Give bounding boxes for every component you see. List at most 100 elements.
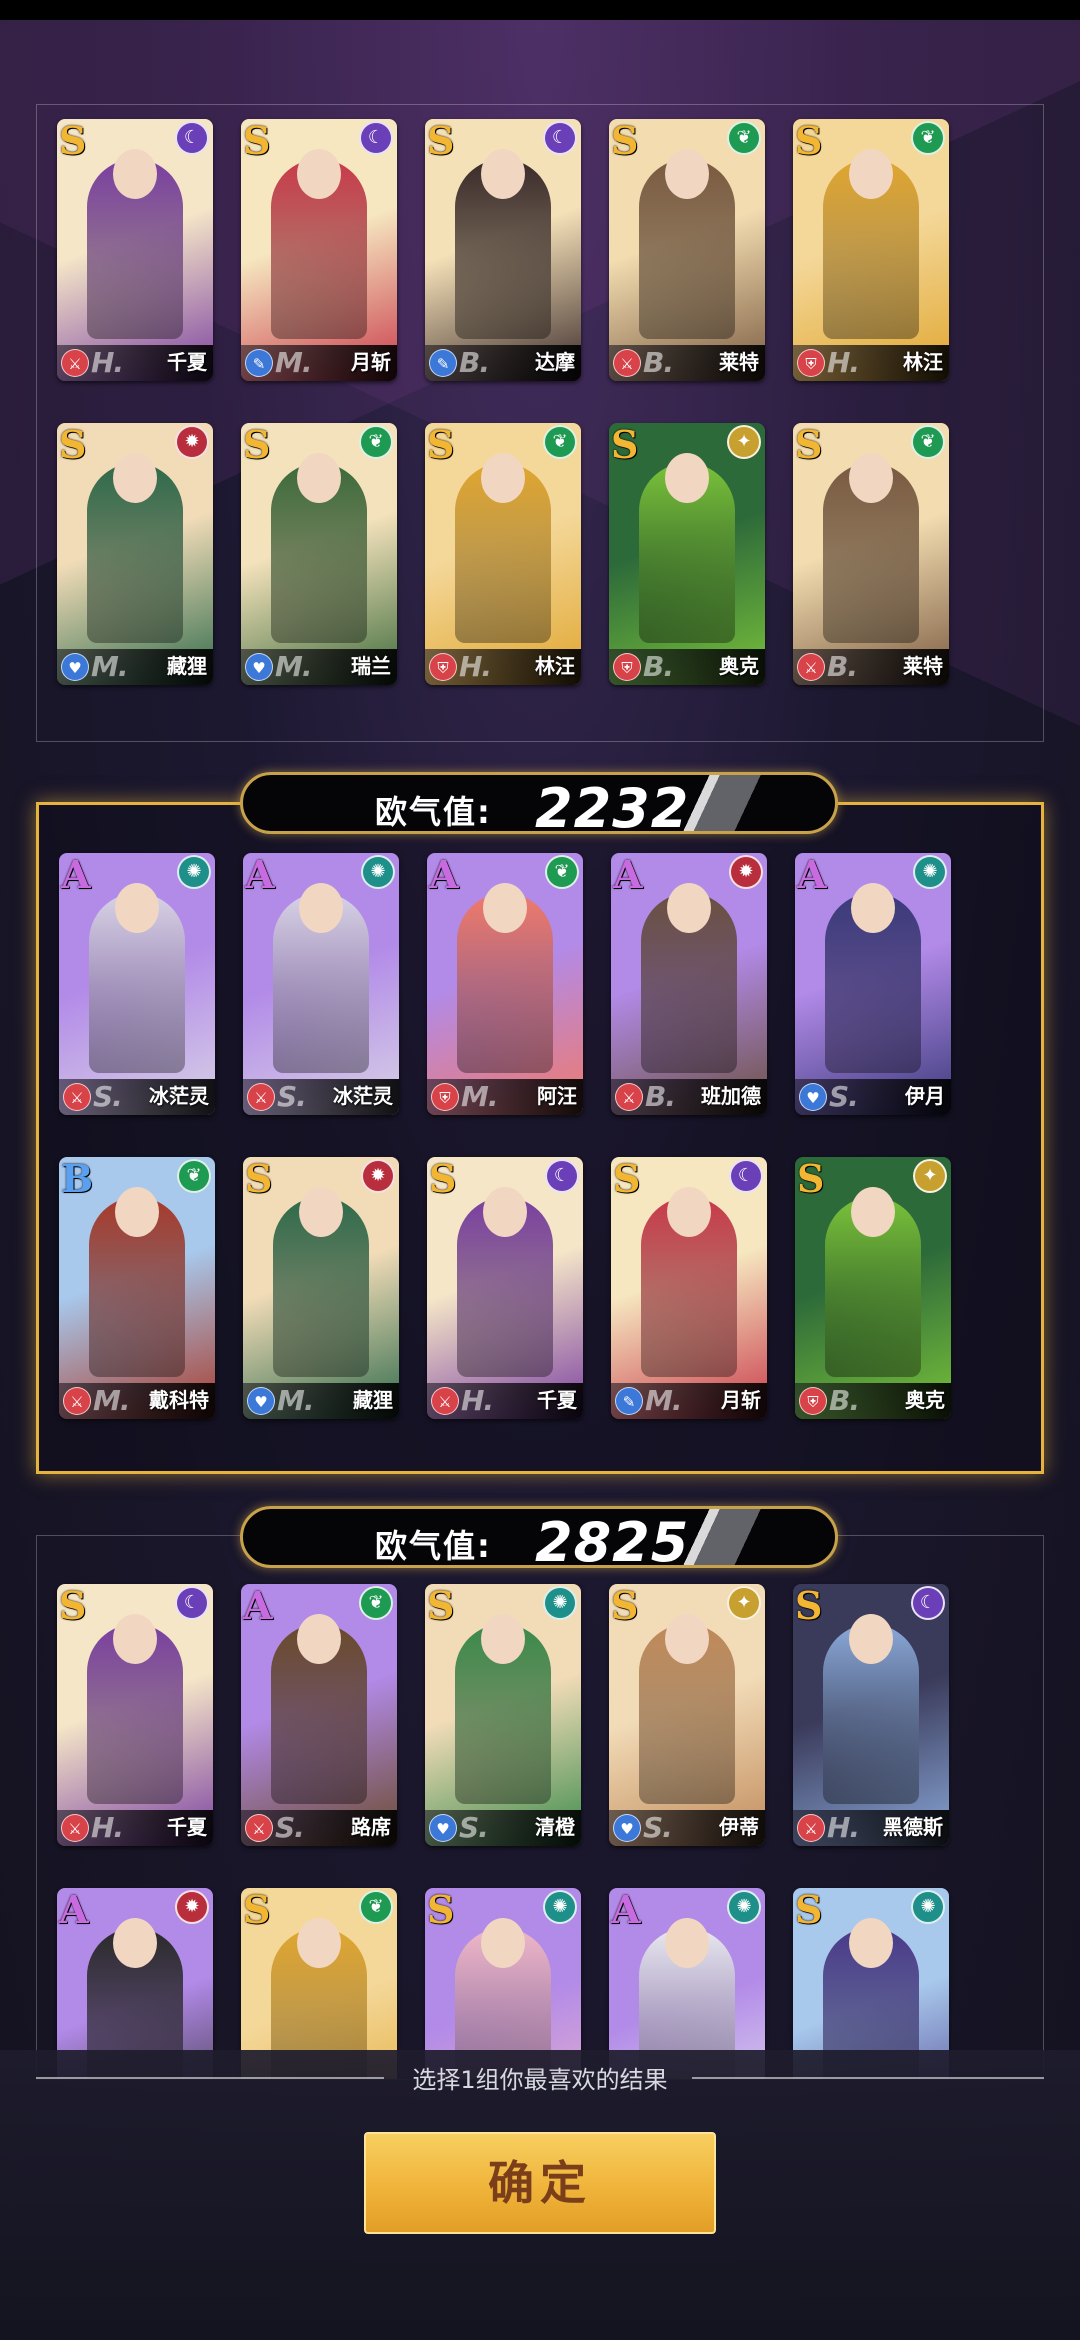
slash-decoration bbox=[673, 1509, 793, 1565]
hero-card: S ☾ ⚔ H. 千夏 bbox=[427, 1157, 583, 1419]
slash-decoration bbox=[673, 775, 793, 831]
hero-card: A ✺ ♥ S. 伊月 bbox=[795, 853, 951, 1115]
rarity-badge: S bbox=[613, 1157, 641, 1201]
hero-card: S ✦ ⛨ B. 奥克 bbox=[609, 423, 765, 685]
wind-element-icon: ✺ bbox=[911, 1890, 945, 1924]
result-group-2[interactable]: A ✺ ⚔ S. 冰茫灵 A ✺ ⚔ S. 冰茫灵 A ❦ ⛨ M. 阿汪 A ✹ ⚔ B. 班加德 A ✺ ♥ S. 伊月 B ❦… bbox=[36, 802, 1044, 1474]
class-letter: M. bbox=[275, 346, 312, 379]
sup-role-icon: ♥ bbox=[613, 1814, 641, 1842]
fire-element-icon: ✹ bbox=[361, 1159, 395, 1193]
class-letter: S. bbox=[275, 1811, 305, 1844]
rarity-badge: A bbox=[59, 1888, 89, 1932]
class-letter: B. bbox=[459, 346, 490, 379]
wind-element-icon: ✺ bbox=[913, 855, 947, 889]
rarity-badge: S bbox=[427, 1584, 455, 1628]
atk-role-icon: ⚔ bbox=[797, 653, 825, 681]
hero-name: 林汪 bbox=[535, 654, 575, 678]
rarity-badge: S bbox=[795, 1888, 823, 1932]
class-letter: S. bbox=[93, 1080, 123, 1113]
sup-role-icon: ♥ bbox=[245, 653, 273, 681]
hero-name: 林汪 bbox=[903, 350, 943, 374]
tank-role-icon: ⛨ bbox=[799, 1387, 827, 1415]
hero-card: B ❦ ⚔ M. 戴科特 bbox=[59, 1157, 215, 1419]
result-group-1[interactable]: S ☾ ⚔ H. 千夏 S ☾ ✎ M. 月斩 S ☾ ✎ B. 达摩 S ❦ ⚔ B. 莱特 S ❦ ⛨ H. 林汪 S ✹ ♥ M.… bbox=[36, 104, 1044, 742]
tank-role-icon: ⛨ bbox=[431, 1083, 459, 1111]
hero-name: 清橙 bbox=[535, 1815, 575, 1839]
hero-card: S ☾ ✎ M. 月斩 bbox=[611, 1157, 767, 1419]
hero-name: 伊月 bbox=[905, 1084, 945, 1108]
class-letter: H. bbox=[91, 346, 124, 379]
hero-name: 瑞兰 bbox=[351, 654, 391, 678]
hero-card: S ☾ ⚔ H. 黑德斯 bbox=[793, 1584, 949, 1846]
moon-element-icon: ☾ bbox=[545, 1159, 579, 1193]
rarity-badge: S bbox=[59, 119, 87, 163]
rarity-badge: S bbox=[795, 423, 823, 467]
hero-name: 月斩 bbox=[351, 350, 391, 374]
leaf-element-icon: ❦ bbox=[359, 1890, 393, 1924]
rarity-badge: S bbox=[243, 1888, 271, 1932]
moon-element-icon: ☾ bbox=[543, 121, 577, 155]
hero-name: 路席 bbox=[351, 1815, 391, 1839]
leaf-element-icon: ❦ bbox=[545, 855, 579, 889]
sup-role-icon: ♥ bbox=[247, 1387, 275, 1415]
rarity-badge: S bbox=[611, 119, 639, 163]
class-letter: S. bbox=[829, 1080, 859, 1113]
confirm-button[interactable]: 确定 bbox=[364, 2132, 716, 2234]
class-letter: H. bbox=[827, 346, 860, 379]
hero-card: S ☾ ✎ B. 达摩 bbox=[425, 119, 581, 381]
star-element-icon: ✦ bbox=[727, 1586, 761, 1620]
atk-role-icon: ⚔ bbox=[245, 1814, 273, 1842]
class-letter: M. bbox=[275, 650, 312, 683]
fire-element-icon: ✹ bbox=[175, 425, 209, 459]
rarity-badge: S bbox=[59, 423, 87, 467]
rarity-badge: S bbox=[611, 1584, 639, 1628]
hero-card: S ❦ ⛨ H. 林汪 bbox=[793, 119, 949, 381]
hero-card: A ❦ ⚔ S. 路席 bbox=[241, 1584, 397, 1846]
rarity-badge: S bbox=[795, 1584, 823, 1628]
rarity-badge: S bbox=[427, 1888, 455, 1932]
hero-name: 奥克 bbox=[719, 654, 759, 678]
moon-element-icon: ☾ bbox=[175, 121, 209, 155]
rarity-badge: A bbox=[245, 853, 275, 897]
atk-role-icon: ⚔ bbox=[247, 1083, 275, 1111]
luck-label: 欧气值: bbox=[375, 793, 492, 831]
star-element-icon: ✦ bbox=[913, 1159, 947, 1193]
hero-card: S ✹ ♥ M. 藏狸 bbox=[243, 1157, 399, 1419]
class-letter: H. bbox=[461, 1384, 494, 1417]
atk-role-icon: ⚔ bbox=[431, 1387, 459, 1415]
hero-card: S ❦ ⚔ B. 莱特 bbox=[609, 119, 765, 381]
class-letter: S. bbox=[277, 1080, 307, 1113]
rarity-badge: S bbox=[427, 119, 455, 163]
atk-role-icon: ⚔ bbox=[797, 1814, 825, 1842]
hero-name: 伊蒂 bbox=[719, 1815, 759, 1839]
tank-role-icon: ⛨ bbox=[613, 653, 641, 681]
rarity-badge: S bbox=[243, 423, 271, 467]
class-letter: S. bbox=[643, 1811, 673, 1844]
sup-role-icon: ♥ bbox=[61, 653, 89, 681]
hero-name: 冰茫灵 bbox=[333, 1084, 393, 1108]
star-element-icon: ✦ bbox=[727, 425, 761, 459]
mag-role-icon: ✎ bbox=[245, 349, 273, 377]
luck-value: 2825 bbox=[535, 1511, 690, 1574]
hero-name: 奥克 bbox=[905, 1388, 945, 1412]
atk-role-icon: ⚔ bbox=[613, 349, 641, 377]
atk-role-icon: ⚔ bbox=[61, 1814, 89, 1842]
atk-role-icon: ⚔ bbox=[615, 1083, 643, 1111]
hero-name: 达摩 bbox=[535, 350, 575, 374]
class-letter: S. bbox=[459, 1811, 489, 1844]
hero-name: 黑德斯 bbox=[883, 1815, 943, 1839]
result-group-3[interactable]: S☾⚔H.千夏A❦⚔S.路席S✺♥S.清橙S✦♥S.伊蒂S☾⚔H.黑德斯A✹⚔S… bbox=[36, 1535, 1044, 2080]
rarity-badge: S bbox=[611, 423, 639, 467]
rarity-badge: S bbox=[429, 1157, 457, 1201]
leaf-element-icon: ❦ bbox=[543, 425, 577, 459]
class-letter: H. bbox=[459, 650, 492, 683]
hero-name: 千夏 bbox=[167, 350, 207, 374]
luck-value: 2232 bbox=[535, 777, 690, 840]
hero-name: 阿汪 bbox=[537, 1084, 577, 1108]
hero-card: A ❦ ⛨ M. 阿汪 bbox=[427, 853, 583, 1115]
rarity-badge: A bbox=[613, 853, 643, 897]
hero-name: 班加德 bbox=[701, 1084, 761, 1108]
leaf-element-icon: ❦ bbox=[911, 425, 945, 459]
wind-element-icon: ✺ bbox=[361, 855, 395, 889]
class-letter: M. bbox=[461, 1080, 498, 1113]
